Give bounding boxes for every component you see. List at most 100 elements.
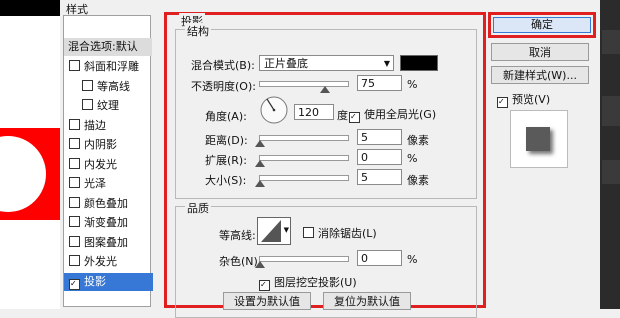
style-item[interactable]: 等高线 — [64, 78, 166, 96]
new-style-button[interactable]: 新建样式(W)... — [491, 66, 589, 84]
style-item[interactable]: 内阴影 — [64, 136, 153, 154]
style-item-label: 外发光 — [84, 255, 117, 268]
style-item[interactable]: 内发光 — [64, 156, 153, 174]
quality-title: 品质 — [185, 200, 211, 216]
set-default-button[interactable]: 设置为默认值 — [223, 292, 311, 310]
style-item[interactable]: 纹理 — [64, 97, 166, 115]
style-item-checkbox[interactable]: ✓ — [69, 278, 80, 290]
blend-mode-label: 混合模式(B): — [191, 59, 255, 72]
noise-slider[interactable] — [259, 256, 349, 262]
antialias-checkbox[interactable] — [303, 227, 314, 238]
style-item-checkbox[interactable] — [69, 216, 80, 227]
chevron-down-icon: ▼ — [283, 226, 289, 234]
shadow-color-swatch[interactable] — [400, 55, 438, 71]
style-item[interactable]: 渐变叠加 — [64, 214, 153, 232]
blending-options-item[interactable]: 混合选项:默认 — [64, 38, 152, 56]
canvas-artwork — [0, 0, 60, 309]
reset-default-button[interactable]: 复位为默认值 — [323, 292, 411, 310]
angle-unit: 度 — [337, 109, 348, 122]
knockout-checkbox[interactable]: ✓ — [259, 280, 270, 291]
structure-title: 结构 — [185, 23, 211, 39]
style-item[interactable]: 颜色叠加 — [64, 195, 153, 213]
size-label: 大小(S): — [205, 174, 247, 187]
opacity-unit: % — [407, 78, 418, 91]
opacity-slider[interactable] — [259, 81, 349, 87]
style-item[interactable]: 描边 — [64, 117, 153, 135]
spread-label: 扩展(R): — [205, 154, 247, 167]
spread-slider-thumb[interactable] — [255, 160, 265, 167]
global-light-toggle[interactable]: ✓ 使用全局光(G) — [349, 106, 436, 123]
spread-slider[interactable] — [259, 155, 349, 161]
size-slider-thumb[interactable] — [255, 180, 265, 187]
ok-highlight: 确定 — [488, 12, 596, 38]
style-item-label: 等高线 — [97, 79, 130, 93]
workspace-panel — [602, 96, 620, 126]
style-item-label: 投影 — [84, 274, 106, 288]
spread-input[interactable]: 0 — [357, 149, 402, 165]
style-item-checkbox[interactable] — [69, 138, 80, 149]
style-item-checkbox[interactable] — [82, 79, 93, 91]
style-preview — [510, 110, 568, 168]
noise-unit: % — [407, 253, 418, 266]
style-item-label: 内发光 — [84, 157, 117, 171]
size-unit: 像素 — [407, 174, 429, 187]
ok-button[interactable]: 确定 — [493, 17, 591, 33]
knockout-toggle[interactable]: ✓ 图层挖空投影(U) — [259, 274, 357, 291]
workspace-panel — [602, 30, 620, 54]
distance-slider-thumb[interactable] — [255, 140, 265, 147]
background-workspace — [600, 0, 620, 309]
preview-toggle[interactable]: ✓ 预览(V) — [497, 91, 550, 108]
drop-shadow-panel: 投影 结构 混合模式(B): 正片叠底 ▼ 不透明度(O): 75 % 角度(A)… — [164, 12, 486, 318]
spread-unit: % — [407, 152, 418, 165]
style-item-checkbox[interactable] — [69, 177, 80, 188]
style-item-label: 纹理 — [97, 99, 119, 112]
chevron-down-icon: ▼ — [383, 59, 390, 68]
styles-list: 混合选项:默认 斜面和浮雕等高线纹理描边内阴影内发光光泽颜色叠加渐变叠加图案叠加… — [63, 15, 153, 307]
style-item-label: 图案叠加 — [84, 235, 128, 249]
style-item-label: 斜面和浮雕 — [84, 60, 139, 73]
style-item-checkbox[interactable] — [69, 118, 80, 130]
style-item[interactable]: 斜面和浮雕 — [64, 58, 153, 76]
style-item-checkbox[interactable] — [82, 99, 93, 110]
distance-label: 距离(D): — [205, 134, 248, 147]
distance-slider[interactable] — [259, 135, 349, 141]
angle-input[interactable]: 120 — [294, 104, 334, 120]
distance-input[interactable]: 5 — [357, 129, 402, 145]
global-light-checkbox[interactable]: ✓ — [349, 112, 360, 123]
opacity-label: 不透明度(O): — [191, 80, 256, 93]
style-item-label: 光泽 — [84, 177, 106, 190]
opacity-input[interactable]: 75 — [357, 75, 402, 91]
blend-mode-select[interactable]: 正片叠底 ▼ — [259, 55, 394, 71]
style-item[interactable]: ✓ 投影 — [64, 272, 153, 291]
style-item-label: 描边 — [84, 118, 106, 132]
angle-label: 角度(A): — [205, 110, 247, 123]
distance-unit: 像素 — [407, 134, 429, 147]
size-input[interactable]: 5 — [357, 169, 402, 185]
style-item[interactable]: 光泽 — [64, 175, 153, 193]
canvas-dark-band — [0, 0, 60, 16]
angle-dial[interactable] — [259, 95, 289, 125]
style-item-checkbox[interactable] — [69, 157, 80, 169]
antialias-label: 消除锯齿(L) — [318, 227, 377, 240]
style-item[interactable]: 外发光 — [64, 253, 153, 271]
noise-input[interactable]: 0 — [357, 250, 402, 266]
preview-swatch — [526, 127, 550, 151]
size-slider[interactable] — [259, 175, 349, 181]
style-item-label: 颜色叠加 — [84, 196, 128, 210]
contour-picker[interactable]: ▼ — [257, 217, 291, 245]
antialias-toggle[interactable]: 消除锯齿(L) — [303, 225, 377, 241]
workspace-panel — [602, 160, 620, 184]
contour-label: 等高线: — [219, 229, 256, 242]
noise-slider-thumb[interactable] — [255, 261, 265, 268]
style-item-label: 内阴影 — [84, 138, 117, 151]
style-item-checkbox[interactable] — [69, 196, 80, 208]
preview-checkbox[interactable]: ✓ — [497, 97, 508, 108]
style-item-checkbox[interactable] — [69, 235, 80, 247]
style-item-checkbox[interactable] — [69, 255, 80, 266]
cancel-button[interactable]: 取消 — [491, 43, 589, 61]
style-item-checkbox[interactable] — [69, 60, 80, 71]
style-item[interactable]: 图案叠加 — [64, 234, 153, 252]
style-item-label: 渐变叠加 — [84, 216, 128, 229]
opacity-slider-thumb[interactable] — [320, 86, 330, 93]
global-light-label: 使用全局光(G) — [364, 108, 437, 121]
